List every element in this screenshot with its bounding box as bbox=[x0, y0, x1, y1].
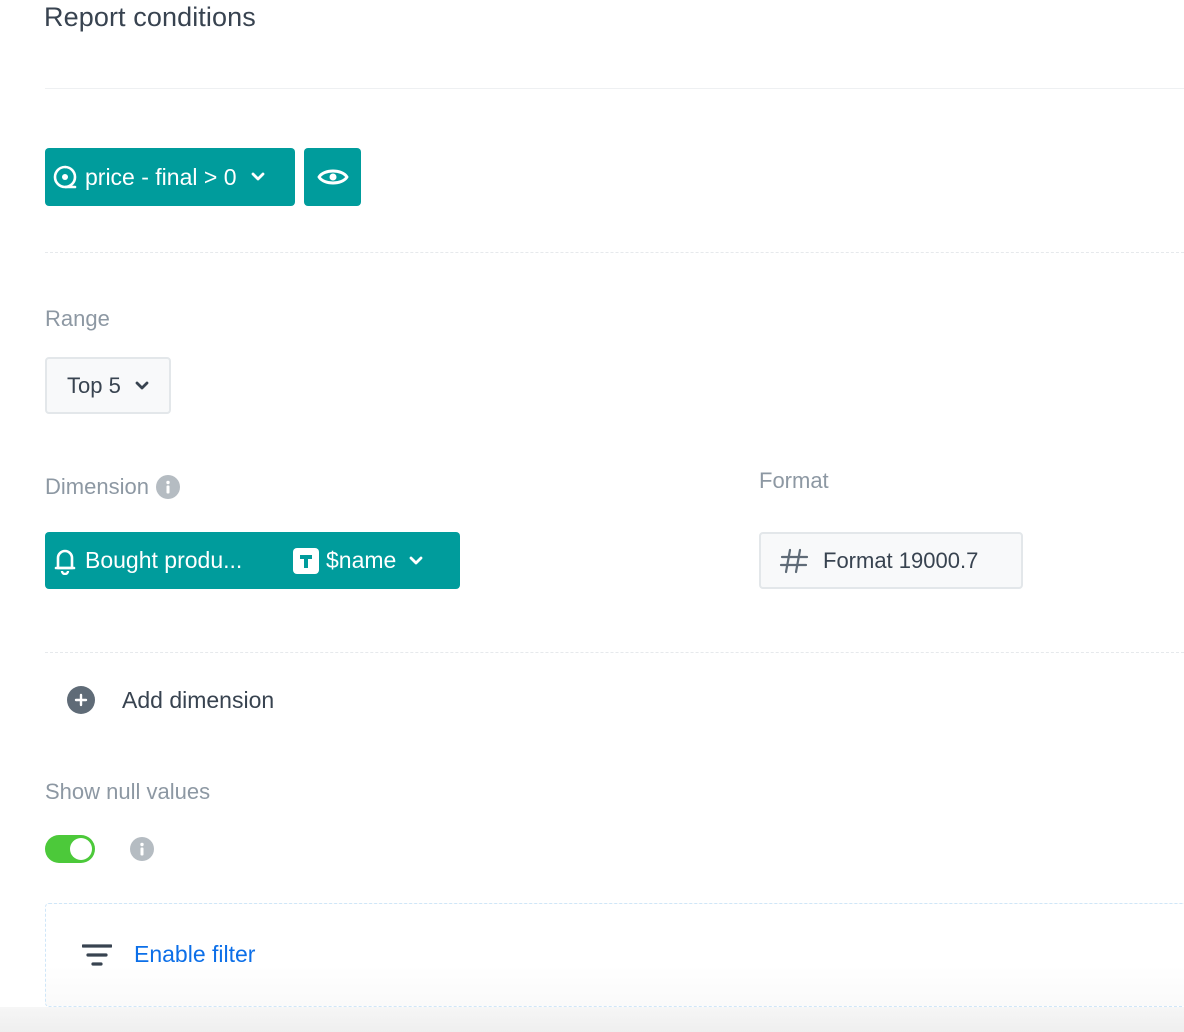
show-null-values-label: Show null values bbox=[45, 779, 211, 804]
chevron-down-icon bbox=[409, 556, 423, 566]
bell-icon bbox=[54, 547, 76, 575]
condition-dropdown-button[interactable]: price - final > 0 bbox=[45, 148, 295, 206]
plus-circle-icon bbox=[67, 686, 95, 714]
add-dimension-label: Add dimension bbox=[122, 686, 275, 713]
chevron-down-icon bbox=[251, 172, 265, 182]
hash-icon bbox=[779, 547, 809, 575]
add-dimension-button[interactable]: Add dimension bbox=[67, 686, 274, 714]
preview-condition-button[interactable] bbox=[304, 148, 361, 206]
show-null-values-toggle[interactable] bbox=[45, 835, 95, 863]
dimension-param-label: $name bbox=[326, 547, 397, 573]
bottom-shade bbox=[0, 1007, 1184, 1032]
eye-icon bbox=[317, 166, 349, 188]
enable-filter-button[interactable]: Enable filter bbox=[82, 941, 255, 968]
title-divider bbox=[45, 88, 1184, 89]
info-icon[interactable] bbox=[130, 837, 154, 861]
filter-icon bbox=[82, 942, 112, 968]
chevron-down-icon bbox=[135, 381, 149, 391]
range-label: Range bbox=[45, 306, 110, 331]
section-divider bbox=[45, 252, 1184, 253]
dimension-header: Dimension bbox=[45, 473, 180, 501]
info-icon[interactable] bbox=[155, 475, 180, 499]
format-select[interactable]: Format 19000.7 bbox=[759, 532, 1023, 589]
range-select[interactable]: Top 5 bbox=[45, 357, 171, 414]
enable-filter-label: Enable filter bbox=[134, 941, 256, 967]
condition-label: price - final > 0 bbox=[85, 163, 237, 190]
section-divider bbox=[45, 652, 1184, 653]
format-label: Format bbox=[759, 468, 829, 493]
toggle-knob bbox=[70, 838, 92, 860]
dimension-label: Dimension bbox=[45, 474, 149, 499]
range-selected-value: Top 5 bbox=[67, 372, 121, 398]
text-type-icon bbox=[293, 547, 319, 574]
format-value: Format 19000.7 bbox=[823, 547, 979, 573]
event-condition-icon bbox=[52, 164, 78, 190]
dimension-dropdown-button[interactable]: Bought produ... $name bbox=[45, 532, 460, 589]
dimension-event-label: Bought produ... bbox=[85, 547, 243, 573]
page-title: Report conditions bbox=[44, 2, 256, 32]
